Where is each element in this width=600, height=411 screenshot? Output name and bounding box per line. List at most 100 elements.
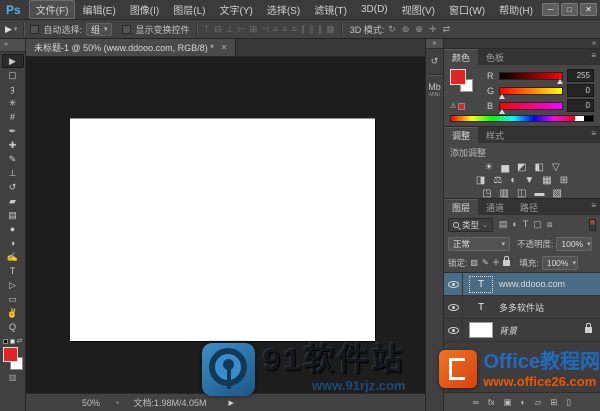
3d-slide-icon[interactable]: ✛ (429, 24, 437, 35)
maximize-button[interactable]: □ (561, 3, 578, 16)
distribute-top-icon[interactable]: ≡ (273, 24, 278, 35)
auto-select-dropdown[interactable]: 组 ▾ (85, 22, 113, 36)
minimize-button[interactable]: ─ (542, 3, 559, 16)
menu-item[interactable]: 图像(I) (123, 0, 166, 19)
red-slider[interactable] (499, 71, 563, 84)
filter-shape-layers-icon[interactable]: ▢ (533, 219, 542, 230)
type-tool[interactable]: T (2, 264, 24, 278)
menu-item[interactable]: 图层(L) (166, 0, 212, 19)
slider-handle[interactable] (556, 78, 563, 84)
filter-type-layers-icon[interactable]: T (523, 219, 529, 230)
align-left-icon[interactable]: ⊢ (238, 24, 246, 35)
text-layer-thumbnail[interactable]: T (469, 275, 493, 293)
spectrum-black-swatch[interactable] (584, 116, 593, 121)
layer-style-icon[interactable]: fx (488, 397, 495, 407)
blue-slider[interactable] (499, 101, 563, 114)
panel-tab[interactable]: 调整 (444, 127, 479, 143)
align-right-icon[interactable]: ⊣ (261, 24, 269, 35)
visibility-cell[interactable] (444, 273, 463, 295)
photo-filter-icon[interactable]: ▼ (524, 174, 534, 187)
menu-item[interactable]: 窗口(W) (442, 0, 492, 19)
quick-selection-tool[interactable]: ✳ (2, 96, 24, 110)
hand-tool[interactable]: ✌ (2, 306, 24, 320)
lasso-tool[interactable]: ȝ (2, 82, 24, 96)
text-layer-thumbnail[interactable]: T (469, 299, 493, 316)
background-layer-thumbnail[interactable] (469, 322, 493, 338)
color-spectrum-ramp[interactable] (450, 115, 594, 122)
align-vcenter-icon[interactable]: ⊟ (214, 24, 222, 35)
spectrum-white-swatch[interactable] (575, 116, 584, 121)
blue-value-field[interactable]: 0 (567, 99, 594, 112)
fill-dropdown[interactable]: 100% ▾ (541, 255, 578, 270)
layer-row-background[interactable]: 背景 (444, 319, 600, 342)
layer-name[interactable]: www.ddooo.com (499, 279, 600, 289)
eye-icon[interactable] (447, 280, 459, 288)
visibility-cell[interactable] (444, 296, 463, 318)
align-hcenter-icon[interactable]: ⊞ (250, 24, 258, 35)
slider-handle[interactable] (499, 93, 506, 99)
toolbar-collapse-button[interactable]: » (0, 39, 25, 52)
quick-mask-icon[interactable]: ▥ (9, 373, 17, 382)
distribute-bottom-icon[interactable]: ≡ (292, 24, 297, 35)
lock-image-pixels-icon[interactable]: ✎ (482, 258, 489, 267)
swap-colors-icon[interactable]: ⇄ (17, 337, 23, 345)
mini-bridge-icon[interactable]: Mb MINI (428, 83, 441, 98)
new-layer-icon[interactable]: ⊞ (550, 397, 557, 408)
default-colors-icon[interactable] (2, 338, 8, 344)
panel-tab[interactable]: 色板 (478, 49, 512, 65)
lock-transparent-pixels-icon[interactable]: ▨ (470, 258, 478, 267)
strip-collapse-button[interactable]: » (426, 39, 443, 49)
green-value-field[interactable]: 0 (567, 84, 594, 97)
history-panel-icon[interactable]: ↺ (431, 57, 439, 66)
new-group-icon[interactable]: ▱ (535, 397, 542, 408)
status-expand-icon[interactable]: ▶ (228, 399, 233, 407)
foreground-color-swatch[interactable] (450, 69, 466, 85)
filter-kind-dropdown[interactable]: 类型 ⌄ (448, 217, 493, 232)
layer-name[interactable]: 背景 (499, 324, 585, 337)
zoom-level-field[interactable]: 50% (82, 398, 100, 408)
show-transform-checkbox[interactable] (122, 24, 132, 34)
lock-all-icon[interactable] (503, 255, 511, 266)
blend-mode-dropdown[interactable]: 正常 ▾ (448, 236, 510, 251)
delete-layer-icon[interactable]: ▯ (566, 397, 571, 408)
brush-tool[interactable]: ✎ (2, 152, 24, 166)
filter-smart-objects-icon[interactable]: ⧈ (547, 219, 553, 230)
zoom-tool[interactable]: Q (2, 320, 24, 334)
panel-menu-icon[interactable]: ≡ (591, 49, 600, 65)
distribute-left-icon[interactable]: ∥ (301, 24, 306, 35)
menu-item[interactable]: 编辑(E) (75, 0, 122, 19)
add-layer-mask-icon[interactable]: ▣ (504, 397, 512, 408)
3d-orbit-icon[interactable]: ↻ (388, 24, 396, 35)
move-tool[interactable]: ▶ (1, 54, 24, 68)
crop-tool[interactable]: # (2, 110, 24, 124)
new-adjustment-layer-icon[interactable]: ◐ (521, 397, 526, 407)
eraser-tool[interactable]: ▰ (2, 194, 24, 208)
menu-item[interactable]: 3D(D) (354, 2, 395, 17)
spectrum-gradient[interactable] (451, 116, 575, 121)
hue-saturation-icon[interactable]: ◨ (476, 174, 485, 187)
color-balance-icon[interactable]: ⚖ (493, 174, 502, 187)
menu-item[interactable]: 视图(V) (395, 0, 442, 19)
opacity-dropdown[interactable]: 100% ▾ (556, 236, 593, 251)
close-icon[interactable]: ✕ (221, 43, 228, 52)
filter-pixel-layers-icon[interactable]: ▤ (499, 219, 508, 230)
document-tab[interactable]: 未标题-1 @ 50% (www.ddooo.com, RGB/8) * ✕ (26, 39, 237, 56)
color-lookup-icon[interactable]: ⊞ (560, 174, 568, 187)
levels-icon[interactable]: ▅ (501, 161, 509, 174)
menu-item[interactable]: 选择(S) (260, 0, 307, 19)
3d-roll-icon[interactable]: ⊚ (402, 24, 410, 35)
channel-mixer-icon[interactable]: ▦ (542, 174, 551, 187)
foreground-color-swatch[interactable] (2, 347, 18, 362)
vibrance-icon[interactable]: ▽ (552, 161, 560, 174)
lock-position-icon[interactable]: ✛ (493, 258, 500, 267)
align-top-icon[interactable]: ⊤ (203, 24, 211, 35)
layer-row-duoduo[interactable]: T 多多软件站 (444, 296, 600, 319)
eyedropper-tool[interactable]: ✒ (2, 124, 24, 138)
menu-item[interactable]: 文字(Y) (213, 0, 260, 19)
eye-icon[interactable] (447, 326, 459, 334)
blur-tool[interactable]: ● (2, 222, 24, 236)
exposure-icon[interactable]: ◧ (534, 161, 543, 174)
align-bottom-icon[interactable]: ⊥ (226, 24, 234, 35)
distribute-vcenter-icon[interactable]: ≡ (282, 24, 287, 35)
panel-menu-icon[interactable]: ≡ (591, 199, 600, 215)
